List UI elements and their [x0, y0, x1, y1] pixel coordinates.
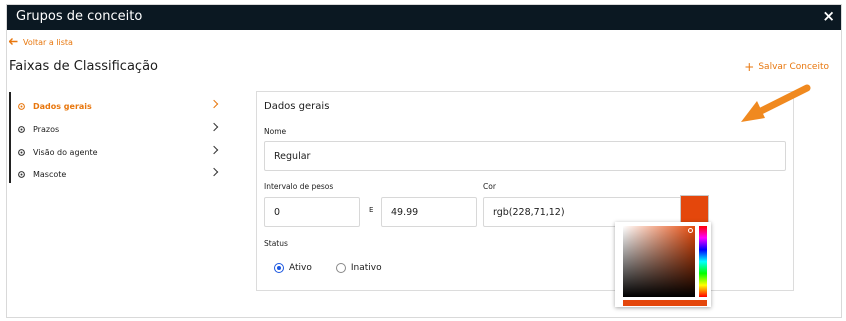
chevron-right-icon [209, 167, 219, 177]
save-concept-label: Salvar Conceito [758, 62, 829, 72]
sidebar-item-label: Visão do agente [33, 147, 98, 157]
close-icon[interactable]: × [822, 7, 835, 25]
color-swatch[interactable] [680, 195, 709, 223]
gear-icon [17, 125, 26, 134]
sidebar-item-prazos[interactable]: Prazos [11, 119, 221, 139]
sidebar-item-dados-gerais[interactable]: Dados gerais [11, 96, 221, 116]
chevron-right-icon [209, 122, 219, 132]
color-preview-bar [623, 300, 707, 306]
color-label: Cor [483, 182, 496, 191]
sidebar-item-label: Dados gerais [33, 101, 92, 111]
arrow-left-icon [8, 37, 18, 48]
back-link-label: Voltar a lista [23, 38, 73, 47]
annotation-arrow-icon [741, 84, 811, 122]
status-inactive-label: Inativo [350, 263, 382, 273]
page-title: Faixas de Classificação [9, 59, 158, 74]
chevron-right-icon [209, 145, 219, 155]
dialog-title: Grupos de conceito [16, 9, 143, 24]
general-data-panel: Dados gerais Nome Regular Intervalo de p… [256, 91, 794, 291]
saturation-value-area[interactable] [623, 226, 695, 297]
color-picker-popover [615, 222, 711, 307]
sidebar-item-label: Prazos [33, 124, 60, 134]
sidebar-item-label: Mascote [33, 169, 67, 179]
picker-cursor[interactable] [688, 228, 693, 233]
status-radio-group: Ativo Inativo [274, 263, 406, 273]
name-input[interactable]: Regular [264, 141, 786, 171]
panel-title: Dados gerais [264, 101, 330, 112]
status-active-label: Ativo [289, 263, 312, 273]
gear-icon [17, 148, 26, 157]
weight-from-input[interactable]: 0 [264, 197, 360, 227]
status-label: Status [264, 239, 288, 248]
gear-icon [17, 102, 26, 111]
name-label: Nome [264, 127, 287, 136]
plus-icon: + [744, 59, 755, 74]
hue-slider[interactable] [699, 226, 707, 297]
gear-icon [17, 170, 26, 179]
title-bar: Grupos de conceito × [7, 5, 841, 30]
sidebar-item-visao-do-agente[interactable]: Visão do agente [11, 142, 221, 162]
sidebar-item-mascote[interactable]: Mascote [11, 164, 221, 184]
weight-to-input[interactable]: 49.99 [381, 197, 477, 227]
weight-range-label: Intervalo de pesos [264, 182, 334, 191]
status-inactive-radio[interactable] [335, 263, 346, 273]
range-separator: E [369, 206, 374, 214]
save-concept-button[interactable]: + Salvar Conceito [744, 59, 829, 74]
status-active-radio[interactable] [274, 263, 284, 273]
sidebar: Dados gerais Prazos Visão do agente Masc… [9, 92, 219, 183]
back-link[interactable]: Voltar a lista [8, 37, 73, 48]
chevron-right-icon [209, 99, 219, 109]
